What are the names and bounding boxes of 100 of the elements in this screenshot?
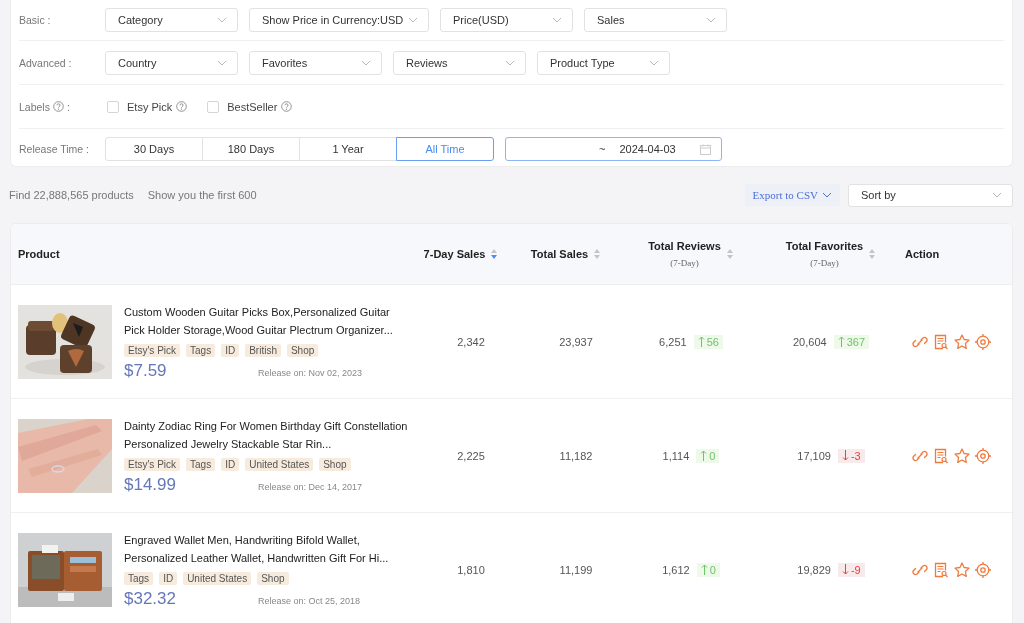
tag: Tags bbox=[186, 343, 216, 357]
arrow-up-icon bbox=[697, 336, 705, 347]
change-badge: 0 bbox=[696, 562, 720, 577]
tag: United States bbox=[183, 571, 252, 585]
price: $14.99 bbox=[124, 474, 177, 495]
dropdown[interactable]: Reviews bbox=[393, 50, 526, 75]
caret-icon bbox=[822, 192, 832, 198]
filter-label: Advanced : bbox=[19, 56, 73, 69]
table-cell: 19,829 bbox=[797, 563, 831, 576]
export-button[interactable]: Export to CSV bbox=[744, 184, 840, 206]
change-badge: 367 bbox=[833, 334, 869, 349]
tag: ID bbox=[221, 457, 240, 471]
product-title[interactable]: Dainty Zodiac Ring For Women Birthday Gift Constellation Personalized Jewelry Stackable Star Rin... bbox=[124, 416, 411, 453]
help-icon bbox=[52, 101, 64, 112]
table-cell: 11,199 bbox=[559, 563, 593, 576]
sort-icon[interactable] bbox=[491, 249, 499, 259]
sort-icon[interactable] bbox=[869, 249, 877, 259]
filter-label: Release Time : bbox=[19, 143, 91, 155]
checkbox[interactable] bbox=[207, 100, 220, 113]
time-range-tab[interactable]: 180 Days bbox=[202, 137, 300, 161]
table-cell: 2,225 bbox=[457, 449, 485, 462]
target-icon[interactable] bbox=[975, 561, 991, 578]
dropdown[interactable]: Favorites bbox=[249, 50, 382, 75]
filter-label: : bbox=[66, 100, 70, 113]
caret-icon bbox=[992, 192, 1002, 198]
table-cell: 1,114 bbox=[662, 449, 690, 462]
checkbox-label: BestSeller bbox=[227, 100, 278, 113]
arrow-up-icon bbox=[837, 336, 845, 347]
caret-icon bbox=[706, 17, 716, 23]
result-count: Find 22,888,565 products bbox=[9, 189, 134, 201]
dropdown[interactable]: Product Type bbox=[537, 50, 670, 75]
date-range-field[interactable]: ~ 2024-04-03 bbox=[505, 137, 722, 161]
sort-icon[interactable] bbox=[726, 249, 734, 259]
change-badge: -3 bbox=[837, 448, 865, 463]
star-icon[interactable] bbox=[954, 333, 970, 350]
change-badge: 56 bbox=[693, 334, 723, 349]
caret-icon bbox=[649, 59, 659, 66]
table-cell: 17,109 bbox=[797, 449, 831, 462]
tag: Etsy's Pick bbox=[124, 457, 181, 471]
time-range-tab[interactable]: 1 Year bbox=[299, 137, 397, 161]
help-icon bbox=[281, 101, 293, 112]
table-cell: 2,342 bbox=[457, 335, 485, 348]
column-header[interactable]: Total Sales bbox=[530, 248, 589, 260]
dropdown[interactable]: Price(USD) bbox=[440, 8, 573, 32]
arrow-down-icon bbox=[841, 450, 849, 461]
column-header[interactable]: Product bbox=[18, 248, 60, 260]
report-icon[interactable] bbox=[933, 561, 949, 578]
caret-icon bbox=[552, 17, 562, 23]
filter-label: Labels bbox=[19, 100, 50, 113]
tag: Shop bbox=[286, 343, 319, 357]
target-icon[interactable] bbox=[975, 447, 991, 464]
table-cell: 6,251 bbox=[659, 335, 687, 348]
caret-icon bbox=[361, 59, 371, 66]
dropdown[interactable]: Country bbox=[105, 50, 238, 75]
arrow-up-icon bbox=[700, 564, 708, 575]
dropdown[interactable]: Show Price in Currency:USD bbox=[249, 8, 429, 32]
sort-dropdown[interactable]: Sort by bbox=[848, 183, 1013, 207]
product-title[interactable]: Engraved Wallet Men, Handwriting Bifold Wallet, Personalized Leather Wallet, Handwritten Gift For Hi... bbox=[124, 530, 411, 567]
arrow-up-icon bbox=[700, 450, 708, 461]
release-date: Release on: Dec 14, 2017 bbox=[258, 481, 363, 492]
star-icon[interactable] bbox=[954, 561, 970, 578]
checkbox[interactable] bbox=[107, 100, 119, 113]
tag: Shop bbox=[319, 457, 351, 471]
caret-icon bbox=[217, 59, 227, 66]
time-range-tab[interactable]: 30 Days bbox=[105, 137, 203, 161]
dropdown[interactable]: Sales bbox=[584, 8, 727, 32]
help-icon bbox=[176, 101, 188, 112]
release-date: Release on: Nov 02, 2023 bbox=[258, 367, 363, 378]
report-icon[interactable] bbox=[933, 447, 949, 464]
product-title[interactable]: Custom Wooden Guitar Picks Box,Personalized Guitar Pick Holder Storage,Wood Guitar Plectrum Organizer... bbox=[124, 302, 411, 339]
dropdown[interactable]: Category bbox=[105, 8, 238, 32]
column-header[interactable]: Total Reviews bbox=[648, 240, 721, 252]
tag: Shop bbox=[257, 571, 289, 585]
filter-label: Basic : bbox=[19, 14, 52, 26]
star-icon[interactable] bbox=[954, 447, 970, 464]
tag: British bbox=[245, 343, 281, 357]
caret-icon bbox=[217, 17, 227, 23]
result-note: Show you the first 600 bbox=[147, 189, 257, 201]
report-icon[interactable] bbox=[933, 333, 949, 350]
caret-icon bbox=[408, 17, 418, 23]
change-badge: 0 bbox=[696, 448, 720, 463]
caret-icon bbox=[505, 59, 515, 66]
calendar-icon bbox=[700, 143, 711, 155]
price: $7.59 bbox=[124, 360, 168, 381]
table-cell: 1,612 bbox=[662, 563, 690, 576]
sort-icon[interactable] bbox=[594, 249, 602, 259]
column-header[interactable]: 7-Day Sales bbox=[423, 248, 486, 260]
checkbox-label: Etsy Pick bbox=[127, 100, 173, 113]
release-date: Release on: Oct 25, 2018 bbox=[258, 595, 361, 606]
column-subheader: (7-Day) bbox=[670, 258, 699, 268]
target-icon[interactable] bbox=[975, 333, 991, 350]
column-header[interactable]: Total Favorites bbox=[785, 240, 864, 252]
tag: ID bbox=[159, 571, 178, 585]
column-header[interactable]: Action bbox=[905, 248, 940, 260]
tag: ID bbox=[221, 343, 240, 357]
table-cell: 11,182 bbox=[559, 449, 593, 462]
table-cell: 1,810 bbox=[457, 563, 485, 576]
change-badge: -9 bbox=[837, 562, 865, 577]
table-cell: 20,604 bbox=[793, 335, 827, 348]
price: $32.32 bbox=[124, 588, 177, 609]
